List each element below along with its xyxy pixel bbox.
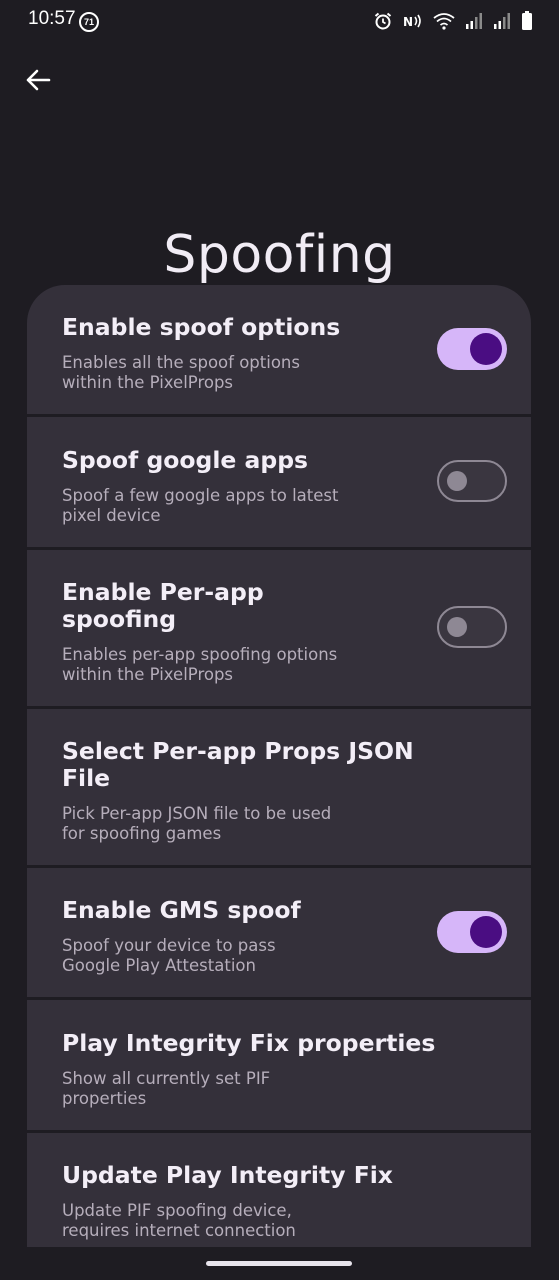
setting-summary: Update PIF spoofing device, requires int… — [62, 1201, 296, 1240]
spoof-google-apps-toggle[interactable] — [437, 460, 507, 502]
setting-select-per-app-json[interactable]: Select Per-app Props JSON File Pick Per-… — [27, 709, 531, 865]
arrow-left-icon — [25, 69, 51, 95]
setting-enable-spoof-options[interactable]: Enable spoof options Enables all the spo… — [27, 285, 531, 414]
setting-summary: Enables per-app spoofing options within … — [62, 645, 338, 684]
status-time: 10:57 — [28, 8, 76, 29]
setting-summary: Show all currently set PIF properties — [62, 1069, 271, 1108]
signal-icon — [493, 12, 511, 30]
toggle-knob — [447, 616, 467, 637]
page-title: Spoofing — [163, 224, 396, 285]
wifi-icon — [433, 12, 455, 30]
setting-title: Update Play Integrity Fix — [62, 1161, 393, 1189]
toggle-knob — [447, 470, 467, 491]
setting-spoof-google-apps[interactable]: Spoof google apps Spoof a few google app… — [27, 417, 531, 547]
alarm-icon — [373, 11, 393, 31]
status-icons: N — [373, 10, 533, 32]
setting-update-play-integrity-fix[interactable]: Update Play Integrity Fix Update PIF spo… — [27, 1133, 531, 1247]
setting-summary: Spoof your device to pass Google Play At… — [62, 936, 276, 975]
enable-spoof-options-toggle[interactable] — [437, 328, 507, 370]
setting-enable-gms-spoof[interactable]: Enable GMS spoof Spoof your device to pa… — [27, 868, 531, 997]
setting-title: Select Per-app Props JSON File — [62, 737, 414, 792]
setting-summary: Enables all the spoof options within the… — [62, 353, 300, 392]
setting-title: Enable Per-app spoofing — [62, 578, 264, 633]
back-button[interactable] — [18, 62, 58, 102]
setting-title: Enable spoof options — [62, 313, 341, 341]
enable-gms-spoof-toggle[interactable] — [437, 911, 507, 953]
gesture-nav-handle[interactable] — [206, 1261, 352, 1266]
signal-icon — [465, 12, 483, 30]
setting-title: Play Integrity Fix properties — [62, 1029, 436, 1057]
enable-per-app-spoofing-toggle[interactable] — [437, 606, 507, 648]
setting-summary: Spoof a few google apps to latest pixel … — [62, 486, 339, 525]
setting-play-integrity-fix-properties[interactable]: Play Integrity Fix properties Show all c… — [27, 1000, 531, 1130]
settings-list: Enable spoof options Enables all the spo… — [27, 285, 531, 1247]
setting-title: Enable GMS spoof — [62, 896, 301, 924]
notification-count-badge: 71 — [79, 12, 99, 32]
setting-enable-per-app-spoofing[interactable]: Enable Per-app spoofing Enables per-app … — [27, 550, 531, 706]
toggle-knob — [470, 916, 502, 948]
status-bar: 10:57 71 N — [0, 0, 559, 40]
svg-text:N: N — [403, 15, 413, 29]
toggle-knob — [470, 333, 502, 365]
battery-icon — [521, 11, 533, 31]
setting-summary: Pick Per-app JSON file to be used for sp… — [62, 804, 332, 843]
nfc-icon: N — [403, 13, 423, 29]
setting-title: Spoof google apps — [62, 446, 309, 474]
